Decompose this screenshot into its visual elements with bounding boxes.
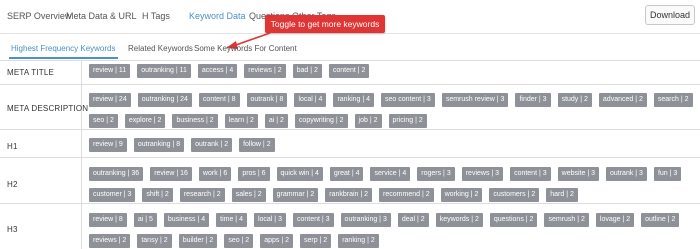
keyword-chip[interactable]: customer | 3	[89, 188, 136, 202]
keyword-chip[interactable]: work | 6	[198, 167, 232, 181]
toggle-callout: Toggle to get more keywords	[265, 15, 385, 33]
keyword-chip[interactable]: apps | 2	[260, 234, 293, 248]
subtab-related-keywords[interactable]: Related Keywords	[128, 44, 193, 53]
keyword-chip[interactable]: ai | 2	[264, 114, 288, 128]
keyword-chip[interactable]: sales | 2	[231, 188, 266, 202]
keyword-chip[interactable]: review | 11	[89, 64, 131, 78]
keyword-chip[interactable]: quick win | 4	[276, 167, 323, 181]
keyword-chip[interactable]: access | 4	[197, 64, 238, 78]
subtab-highest-frequency[interactable]: Highest Frequency Keywords	[11, 44, 116, 53]
keyword-chip[interactable]: service | 4	[370, 167, 411, 181]
keyword-chip[interactable]: outline | 2	[641, 213, 680, 227]
row-label-meta-description: META DESCRIPTION	[7, 104, 89, 113]
keyword-chip[interactable]: rogers | 3	[417, 167, 455, 181]
tab-serp-overview[interactable]: SERP Overview	[7, 11, 71, 21]
tab-h-tags[interactable]: H Tags	[142, 11, 170, 21]
keyword-chip[interactable]: search | 2	[653, 93, 693, 107]
keyword-chip[interactable]: content | 8	[198, 93, 240, 107]
keyword-chip[interactable]: semrush review | 3	[441, 93, 509, 107]
keyword-chip[interactable]: review | 9	[89, 138, 127, 152]
keyword-chip[interactable]: serp | 2	[299, 234, 332, 248]
keyword-chip[interactable]: seo | 2	[89, 114, 118, 128]
row-label-meta-title: META TITLE	[7, 68, 55, 77]
table-row: META TITLE review | 11 outranking | 11 acc…	[0, 60, 700, 85]
keyword-chip[interactable]: reviews | 2	[89, 234, 131, 248]
table-row: H3 review | 8 ai | 5 business | 4 time | 4 l…	[0, 204, 700, 249]
keyword-chip[interactable]: builder | 2	[178, 234, 218, 248]
keyword-chip[interactable]: explore | 2	[124, 114, 166, 128]
keyword-chip[interactable]: bad | 2	[292, 64, 322, 78]
keyword-chips: review | 24 outranking | 24 content | 8 out…	[89, 93, 694, 128]
keyword-chip[interactable]: outrank | 3	[605, 167, 647, 181]
keyword-chip[interactable]: seo | 2	[224, 234, 254, 248]
keyword-chip[interactable]: pros | 6	[238, 167, 270, 181]
tab-keyword-data[interactable]: Keyword Data	[189, 11, 246, 21]
keyword-chip[interactable]: ai | 5	[133, 213, 157, 227]
keyword-chip[interactable]: content | 2	[328, 64, 370, 78]
table-row: META DESCRIPTION review | 24 outranking |…	[0, 85, 700, 130]
row-label-h3: H3	[7, 225, 18, 234]
keyword-chip[interactable]: rankbrain | 2	[325, 188, 373, 202]
keyword-chip[interactable]: shift | 2	[142, 188, 173, 202]
keyword-chip[interactable]: outranking | 8	[133, 138, 185, 152]
download-button[interactable]: Download	[645, 5, 695, 25]
subtab-some-keywords-content[interactable]: Some Keywords For Content	[194, 44, 297, 53]
keyword-chips: review | 8 ai | 5 business | 4 time | 4 loca…	[89, 213, 694, 248]
keyword-chips: review | 9 outranking | 8 outrank | 2 follo…	[89, 138, 694, 152]
keyword-chip[interactable]: working | 2	[440, 188, 483, 202]
keyword-chip[interactable]: review | 24	[89, 93, 131, 107]
keyword-chip[interactable]: fun | 3	[653, 167, 682, 181]
keyword-chip[interactable]: customers | 2	[489, 188, 540, 202]
keyword-chip[interactable]: website | 3	[557, 167, 599, 181]
keyword-chip[interactable]: outranking | 36	[89, 167, 144, 181]
keyword-chip[interactable]: study | 2	[557, 93, 592, 107]
row-label-h2: H2	[7, 180, 18, 189]
keyword-chip[interactable]: job | 2	[354, 114, 382, 128]
keyword-chip[interactable]: semrush | 2	[544, 213, 589, 227]
keyword-chip[interactable]: grammar | 2	[272, 188, 319, 202]
row-label-h1: H1	[7, 142, 18, 151]
keyword-chip[interactable]: ranking | 2	[338, 234, 379, 248]
keyword-chip[interactable]: ranking | 4	[333, 93, 375, 107]
keyword-chip[interactable]: finder | 3	[515, 93, 551, 107]
keyword-chip[interactable]: deal | 2	[397, 213, 429, 227]
table-row: H1 review | 9 outranking | 8 outrank | 2 fo…	[0, 130, 700, 158]
keyword-chip[interactable]: pricing | 2	[388, 114, 427, 128]
keyword-chip[interactable]: seo content | 3	[381, 93, 435, 107]
keyword-chips: review | 11 outranking | 11 access | 4 revi…	[89, 64, 694, 78]
keyword-chip[interactable]: follow | 2	[239, 138, 275, 152]
keyword-chip[interactable]: outranking | 11	[137, 64, 191, 78]
keyword-chip[interactable]: lovage | 2	[595, 213, 635, 227]
keyword-chips: outranking | 36 review | 16 work | 6 pros |…	[89, 167, 694, 202]
keyword-chip[interactable]: content | 3	[510, 167, 551, 181]
keyword-chip[interactable]: keywords | 2	[435, 213, 483, 227]
keyword-chip[interactable]: local | 4	[294, 93, 327, 107]
keyword-chip[interactable]: advanced | 2	[598, 93, 647, 107]
keyword-chip[interactable]: questions | 2	[489, 213, 538, 227]
keyword-chip[interactable]: outrank | 8	[246, 93, 288, 107]
keyword-chip[interactable]: reviews | 2	[244, 64, 286, 78]
tab-meta-data-url[interactable]: Meta Data & URL	[66, 11, 137, 21]
keyword-chip[interactable]: reviews | 3	[461, 167, 504, 181]
keyword-chip[interactable]: hard | 2	[546, 188, 578, 202]
keyword-chip[interactable]: tansy | 2	[137, 234, 172, 248]
keyword-chip[interactable]: outrank | 2	[191, 138, 233, 152]
keyword-chip[interactable]: learn | 2	[224, 114, 258, 128]
table-row: H2 outranking | 36 review | 16 work | 6 pro…	[0, 158, 700, 204]
keyword-chip[interactable]: research | 2	[179, 188, 225, 202]
keyword-chip[interactable]: copywriting | 2	[294, 114, 348, 128]
keyword-chip[interactable]: outranking | 3	[340, 213, 391, 227]
keyword-chip[interactable]: local | 3	[253, 213, 286, 227]
active-subtab-indicator	[9, 57, 118, 59]
keyword-chip[interactable]: outranking | 24	[137, 93, 192, 107]
keyword-chip[interactable]: great | 4	[329, 167, 364, 181]
keyword-chip[interactable]: business | 2	[172, 114, 218, 128]
keyword-chip[interactable]: content | 3	[292, 213, 334, 227]
keyword-chip[interactable]: recommend | 2	[379, 188, 434, 202]
keyword-chip[interactable]: review | 16	[150, 167, 192, 181]
keyword-chip[interactable]: business | 4	[163, 213, 210, 227]
keyword-chip[interactable]: review | 8	[89, 213, 127, 227]
keyword-chip[interactable]: time | 4	[216, 213, 247, 227]
